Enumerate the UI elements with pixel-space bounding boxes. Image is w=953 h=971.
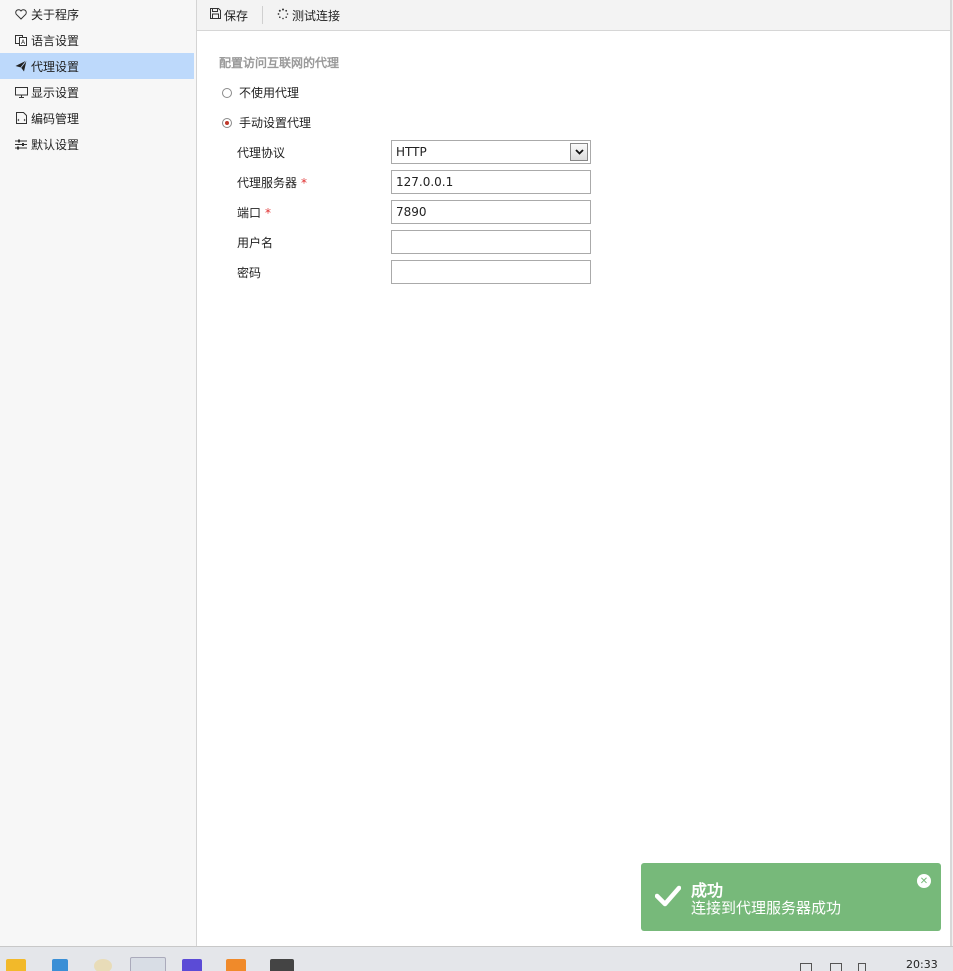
- clock[interactable]: 20:33: [906, 958, 938, 971]
- paper-plane-icon: [14, 59, 28, 73]
- no-proxy-radio[interactable]: [222, 87, 232, 98]
- disc-app-icon[interactable]: [94, 959, 112, 971]
- toolbar-divider: [262, 6, 264, 24]
- file-explorer-icon[interactable]: [6, 959, 26, 971]
- monitor-icon: [14, 85, 28, 99]
- sidebar-item-label: 显示设置: [31, 85, 80, 100]
- manual-proxy-radio[interactable]: [222, 117, 232, 128]
- sidebar-item-display[interactable]: 显示设置: [0, 79, 194, 105]
- manual-proxy-option[interactable]: 手动设置代理: [222, 114, 311, 131]
- sidebar: 关于程序 A 语言设置 代理设置 显示设置 编码管理 默认设置: [0, 0, 197, 946]
- browser-app-icon[interactable]: [130, 957, 166, 971]
- sidebar-item-label: 语言设置: [31, 33, 80, 48]
- port-input[interactable]: 7890: [391, 200, 591, 224]
- save-button-label: 保存: [224, 8, 249, 23]
- toast-message: 连接到代理服务器成功: [691, 899, 842, 917]
- taskbar: 20:33: [0, 946, 953, 971]
- sidebar-item-encoding[interactable]: 编码管理: [0, 105, 194, 131]
- section-title: 配置访问互联网的代理: [219, 56, 340, 70]
- sidebar-item-language[interactable]: A 语言设置: [0, 27, 194, 53]
- manual-proxy-label: 手动设置代理: [239, 116, 312, 130]
- sidebar-item-defaults[interactable]: 默认设置: [0, 131, 194, 157]
- protocol-select[interactable]: HTTP: [391, 140, 591, 164]
- required-mark: *: [301, 176, 308, 190]
- sidebar-item-label: 默认设置: [31, 137, 80, 152]
- save-button[interactable]: 保存: [207, 7, 251, 24]
- spinner-icon: [277, 8, 289, 23]
- toolbar: 保存 测试连接: [197, 0, 950, 31]
- calendar-app-icon[interactable]: [52, 959, 68, 971]
- floppy-disk-icon: [210, 8, 221, 22]
- port-label-text: 端口: [237, 206, 262, 220]
- protocol-label: 代理协议: [237, 146, 286, 160]
- language-icon: A: [14, 33, 28, 47]
- heart-icon: [14, 7, 28, 21]
- sidebar-item-label: 编码管理: [31, 111, 80, 126]
- port-label: 端口 *: [237, 204, 271, 221]
- server-input[interactable]: 127.0.0.1: [391, 170, 591, 194]
- server-label-text: 代理服务器: [237, 176, 298, 190]
- terminal-app-icon[interactable]: [270, 959, 294, 971]
- sliders-icon: [14, 137, 28, 151]
- username-input[interactable]: [391, 230, 591, 254]
- no-proxy-label: 不使用代理: [239, 86, 300, 100]
- sidebar-item-about[interactable]: 关于程序: [0, 1, 194, 27]
- sidebar-item-label: 代理设置: [31, 59, 80, 74]
- folder-app-icon[interactable]: [226, 959, 246, 971]
- sidebar-item-label: 关于程序: [31, 7, 80, 22]
- chevron-down-icon[interactable]: [570, 143, 588, 161]
- checkmark-icon: [654, 885, 682, 910]
- no-proxy-option[interactable]: 不使用代理: [222, 84, 299, 101]
- protocol-value: HTTP: [396, 145, 427, 159]
- close-icon[interactable]: ✕: [917, 874, 931, 888]
- username-label: 用户名: [237, 236, 274, 250]
- editor-app-icon[interactable]: [182, 959, 202, 971]
- success-toast: 成功 连接到代理服务器成功 ✕: [641, 863, 941, 931]
- server-label: 代理服务器 *: [237, 174, 307, 191]
- required-mark: *: [265, 206, 272, 220]
- proxy-settings-panel: 保存 测试连接 配置访问互联网的代理 不使用代理 手动设置代理 代理协议 HTT…: [197, 0, 952, 946]
- password-label: 密码: [237, 266, 262, 280]
- sidebar-item-proxy[interactable]: 代理设置: [0, 53, 194, 79]
- document-code-icon: [14, 111, 28, 125]
- password-input[interactable]: [391, 260, 591, 284]
- test-connection-button[interactable]: 测试连接: [274, 7, 343, 24]
- test-connection-label: 测试连接: [292, 8, 341, 23]
